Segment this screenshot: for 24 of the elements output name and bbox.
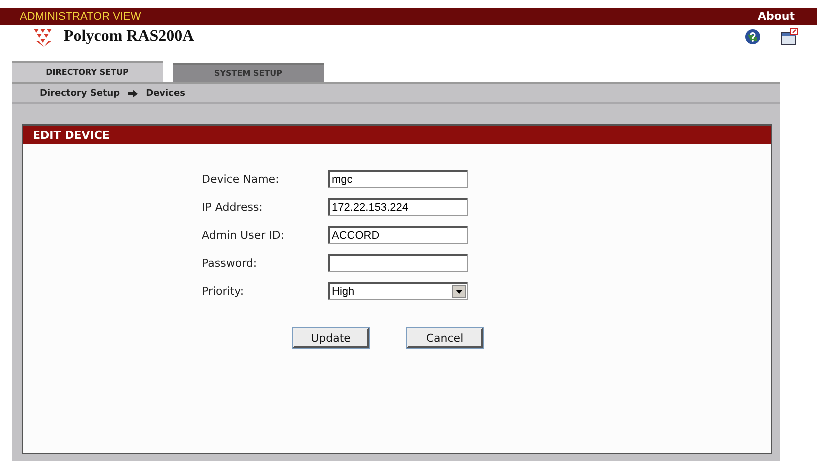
- breadcrumb-link[interactable]: Directory Setup: [40, 89, 120, 99]
- logo-icon: [32, 27, 54, 47]
- field-label: IP Address:: [202, 200, 264, 214]
- password-field[interactable]: [328, 254, 468, 272]
- tab[interactable]: SYSTEM SETUP: [173, 63, 324, 82]
- view-title: ADMINISTRATOR VIEW: [20, 10, 142, 22]
- field-label: Device Name:: [202, 172, 280, 186]
- product-name: Polycom RAS200A: [64, 28, 194, 46]
- help-icon[interactable]: [745, 29, 761, 45]
- cancel-button[interactable]: Cancel: [407, 328, 483, 348]
- about-link[interactable]: About: [758, 10, 795, 23]
- field-label: Priority:: [202, 284, 246, 298]
- arrow-icon: [128, 90, 138, 98]
- window-icon[interactable]: [781, 28, 799, 46]
- field-label: Password:: [202, 256, 258, 270]
- text-field[interactable]: mgc: [328, 170, 468, 188]
- text-field[interactable]: 172.22.153.224: [328, 198, 468, 216]
- card-title: EDIT DEVICE: [33, 128, 110, 142]
- field-label: Admin User ID:: [202, 228, 286, 242]
- breadcrumb-link[interactable]: Devices: [146, 89, 186, 99]
- priority-dropdown[interactable]: High: [328, 282, 468, 300]
- update-button[interactable]: Update: [293, 328, 369, 348]
- text-field[interactable]: ACCORD: [328, 226, 468, 244]
- tab[interactable]: DIRECTORY SETUP: [12, 61, 163, 82]
